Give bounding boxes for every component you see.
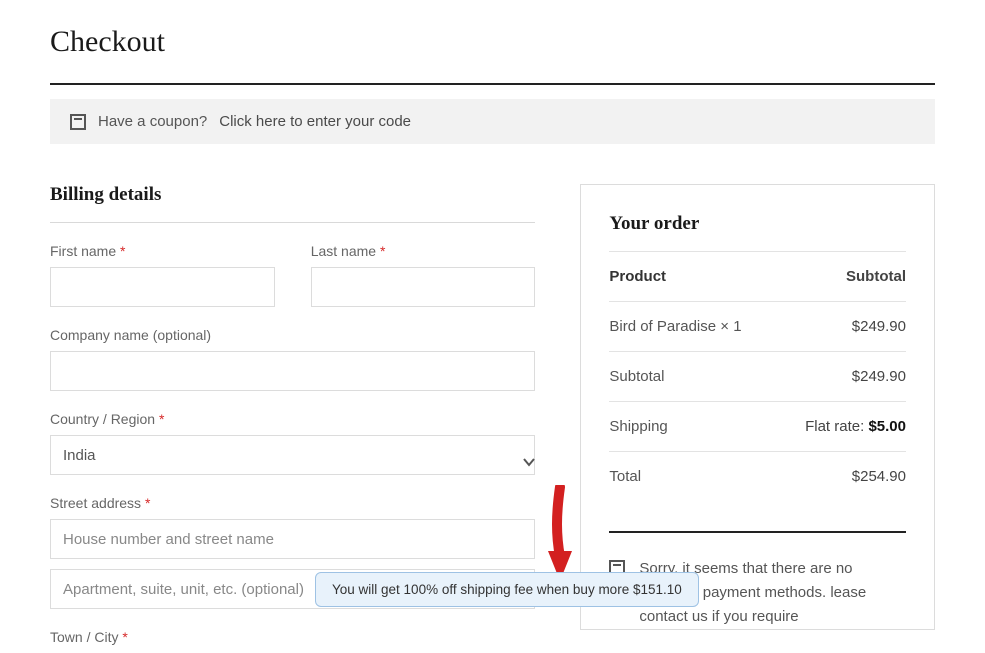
country-select[interactable]: India — [50, 435, 535, 475]
order-item-name: Bird of Paradise × 1 — [609, 318, 741, 335]
coupon-link[interactable]: Click here to enter your code — [219, 113, 411, 130]
required-mark: * — [145, 495, 150, 511]
billing-separator — [50, 222, 535, 223]
order-subtotal-row: Subtotal $249.90 — [609, 352, 906, 402]
promo-tooltip: You will get 100% off shipping fee when … — [315, 572, 699, 607]
order-subtotal-value: $249.90 — [852, 368, 906, 385]
first-name-label-text: First name — [50, 243, 116, 259]
shipping-rate-amount: $5.00 — [868, 418, 906, 435]
order-col-product: Product — [609, 268, 666, 285]
company-label: Company name (optional) — [50, 327, 535, 343]
order-header-row: Product Subtotal — [609, 251, 906, 302]
coupon-notice: Have a coupon? Click here to enter your … — [50, 99, 935, 144]
country-label: Country / Region * — [50, 411, 535, 427]
required-mark: * — [159, 411, 164, 427]
order-item-row: Bird of Paradise × 1 $249.90 — [609, 302, 906, 352]
page-title: Checkout — [50, 25, 935, 59]
coupon-prompt: Have a coupon? — [98, 113, 207, 130]
order-total-row: Total $254.90 — [609, 452, 906, 501]
billing-heading: Billing details — [50, 184, 535, 206]
required-mark: * — [380, 243, 385, 259]
required-mark: * — [122, 629, 127, 645]
town-label: Town / City * — [50, 629, 535, 645]
order-shipping-row: Shipping Flat rate: $5.00 — [609, 402, 906, 452]
street-address-1-input[interactable] — [50, 519, 535, 559]
required-mark: * — [120, 243, 125, 259]
order-summary: Your order Product Subtotal Bird of Para… — [580, 184, 935, 630]
country-selected-value: India — [63, 447, 96, 464]
last-name-label: Last name * — [311, 243, 536, 259]
order-shipping-value: Flat rate: $5.00 — [805, 418, 906, 435]
company-input[interactable] — [50, 351, 535, 391]
coupon-icon — [70, 114, 86, 130]
town-label-text: Town / City — [50, 629, 118, 645]
order-total-label: Total — [609, 468, 641, 485]
shipping-rate-prefix: Flat rate: — [805, 418, 864, 435]
first-name-input[interactable] — [50, 267, 275, 307]
street-label-text: Street address — [50, 495, 141, 511]
order-shipping-label: Shipping — [609, 418, 667, 435]
order-subtotal-label: Subtotal — [609, 368, 664, 385]
country-label-text: Country / Region — [50, 411, 155, 427]
last-name-input[interactable] — [311, 267, 536, 307]
street-label: Street address * — [50, 495, 535, 511]
last-name-label-text: Last name — [311, 243, 376, 259]
order-heading: Your order — [609, 213, 906, 235]
order-item-price: $249.90 — [852, 318, 906, 335]
first-name-label: First name * — [50, 243, 275, 259]
title-separator — [50, 83, 935, 85]
order-total-value: $254.90 — [852, 468, 906, 485]
order-col-subtotal: Subtotal — [846, 268, 906, 285]
